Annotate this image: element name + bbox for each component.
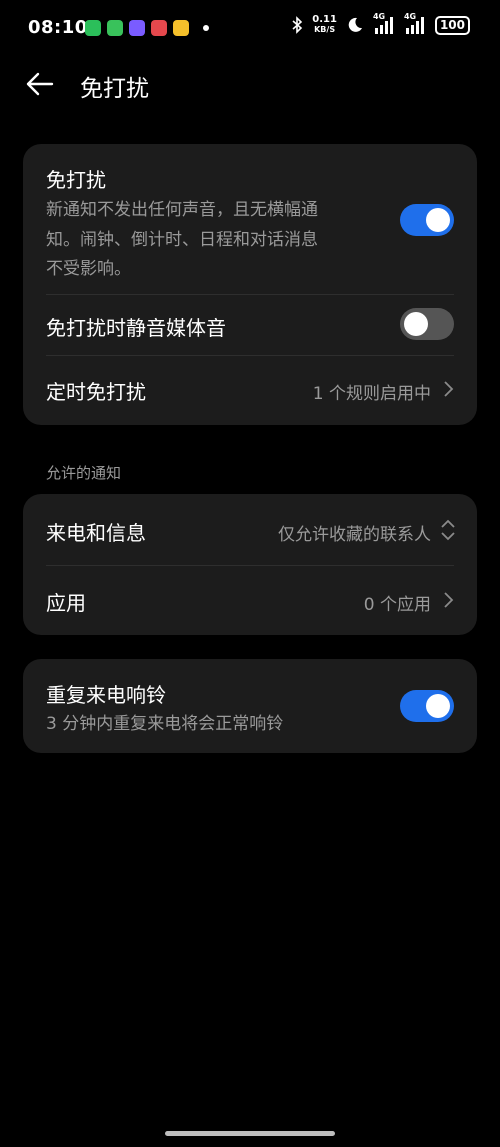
chevron-right-icon — [444, 381, 454, 397]
repeat-calls-row[interactable]: 重复来电响铃 3 分钟内重复来电将会正常响铃 — [23, 659, 477, 753]
mute-media-row[interactable]: 免打扰时静音媒体音 — [23, 295, 477, 355]
photo-app-icon — [129, 20, 145, 36]
status-bar: 08:10 0.11 KB/S 4G 4G 100 — [0, 0, 500, 56]
apps-row[interactable]: 应用 0 个应用 — [23, 566, 477, 635]
page-title: 免打扰 — [80, 76, 149, 102]
apps-title: 应用 — [46, 591, 86, 615]
toggle-knob — [426, 208, 450, 232]
dnd-main-description: 新通知不发出任何声音，且无横幅通 知。闹钟、倒计时、日程和对话消息 不受影响。 — [46, 196, 318, 285]
apps-value: 0 个应用 — [363, 595, 431, 615]
mute-media-toggle[interactable] — [400, 308, 454, 340]
message-app-icon — [107, 20, 123, 36]
wechat-icon — [85, 20, 101, 36]
scheduled-dnd-value: 1 个规则启用中 — [312, 384, 431, 404]
network-type-2: 4G — [403, 12, 417, 21]
network-speed: 0.11 KB/S — [312, 15, 337, 35]
dnd-desc-line-2: 知。闹钟、倒计时、日程和对话消息 — [46, 229, 318, 250]
calls-messages-row[interactable]: 来电和信息 仅允许收藏的联系人 — [23, 494, 477, 565]
app-header: 免打扰 — [0, 56, 500, 112]
dnd-main-title: 免打扰 — [46, 168, 106, 192]
signal-1: 4G — [372, 12, 395, 35]
dnd-desc-line-1: 新通知不发出任何声音，且无横幅通 — [46, 200, 318, 220]
network-speed-unit: KB/S — [314, 25, 336, 34]
repeat-calls-toggle[interactable] — [400, 690, 454, 722]
status-time: 08:10 — [28, 17, 88, 38]
toggle-knob — [426, 694, 450, 718]
bluetooth-icon — [292, 16, 303, 34]
more-notifications-dot — [203, 25, 209, 31]
map-app-icon — [151, 20, 167, 36]
battery-indicator: 100 — [434, 15, 470, 35]
dnd-desc-line-3: 不受影响。 — [46, 259, 131, 279]
calls-messages-value: 仅允许收藏的联系人 — [278, 525, 431, 545]
signal-2: 4G — [403, 12, 426, 35]
dnd-main-toggle[interactable] — [400, 204, 454, 236]
toggle-knob — [404, 312, 428, 336]
back-arrow-icon[interactable] — [24, 68, 56, 100]
scheduled-dnd-title: 定时免打扰 — [46, 380, 146, 404]
scheduled-dnd-row[interactable]: 定时免打扰 1 个规则启用中 — [23, 356, 477, 425]
repeat-calls-description: 3 分钟内重复来电将会正常响铃 — [46, 714, 284, 734]
allowed-notifications-card: 来电和信息 仅允许收藏的联系人 应用 0 个应用 — [23, 494, 477, 635]
chevron-right-icon — [444, 592, 454, 608]
moon-icon — [348, 17, 362, 32]
up-down-chevron-icon — [441, 519, 455, 541]
status-indicators: 0.11 KB/S 4G 4G 100 — [291, 12, 470, 35]
taxi-app-icon — [173, 20, 189, 36]
calls-messages-title: 来电和信息 — [46, 521, 146, 545]
dnd-main-row[interactable]: 免打扰 新通知不发出任何声音，且无横幅通 知。闹钟、倒计时、日程和对话消息 不受… — [23, 144, 477, 294]
network-type-1: 4G — [372, 12, 386, 21]
repeat-calls-title: 重复来电响铃 — [46, 683, 166, 707]
mute-media-title: 免打扰时静音媒体音 — [46, 316, 226, 340]
notification-icons — [85, 20, 209, 36]
repeat-calls-card: 重复来电响铃 3 分钟内重复来电将会正常响铃 — [23, 659, 477, 753]
allowed-notifications-label: 允许的通知 — [46, 464, 122, 482]
network-speed-value: 0.11 — [312, 14, 337, 25]
home-indicator[interactable] — [165, 1131, 335, 1136]
dnd-settings-card: 免打扰 新通知不发出任何声音，且无横幅通 知。闹钟、倒计时、日程和对话消息 不受… — [23, 144, 477, 425]
